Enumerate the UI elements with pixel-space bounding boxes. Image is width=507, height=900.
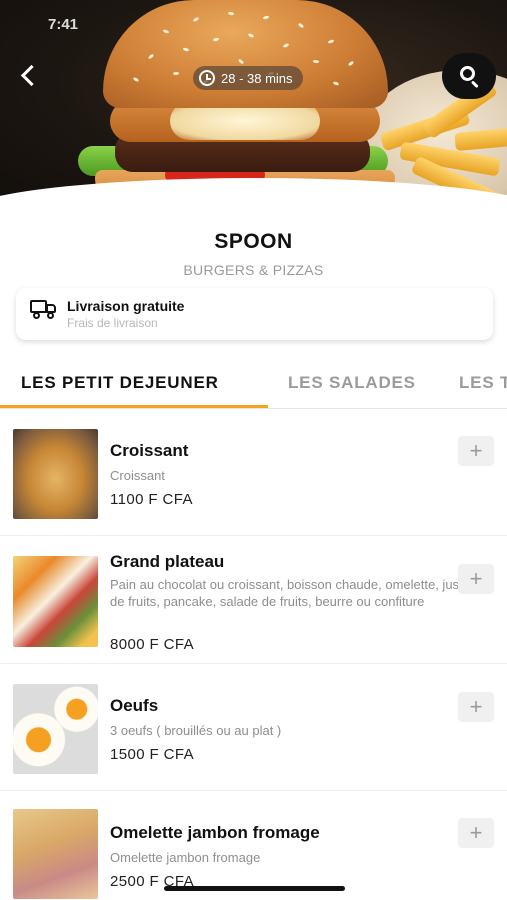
menu-item[interactable]: Croissant Croissant 1100 F CFA + bbox=[0, 409, 507, 536]
item-price: 1500 F CFA bbox=[110, 746, 195, 763]
item-description: Pain au chocolat ou croissant, boisson c… bbox=[110, 577, 460, 609]
add-button[interactable]: + bbox=[458, 692, 494, 722]
item-description: Croissant bbox=[110, 468, 165, 483]
chevron-left-icon bbox=[20, 64, 43, 87]
item-name: Grand plateau bbox=[110, 552, 225, 571]
add-button[interactable]: + bbox=[458, 436, 494, 466]
item-name: Croissant bbox=[110, 441, 189, 460]
item-description: Omelette jambon fromage bbox=[110, 850, 261, 865]
home-indicator bbox=[164, 886, 345, 891]
item-price: 8000 F CFA bbox=[110, 636, 195, 653]
delivery-card: Livraison gratuite Frais de livraison bbox=[16, 288, 493, 340]
tab-next[interactable]: LES T bbox=[459, 373, 507, 393]
add-button[interactable]: + bbox=[458, 564, 494, 594]
eta-text: 28 - 38 mins bbox=[221, 70, 293, 86]
item-description: 3 oeufs ( brouillés ou au plat ) bbox=[110, 723, 282, 738]
back-button[interactable] bbox=[14, 60, 44, 94]
add-button[interactable]: + bbox=[458, 818, 494, 848]
grand-plateau-image bbox=[13, 556, 98, 647]
omelette-image bbox=[13, 809, 98, 899]
active-tab-indicator bbox=[0, 405, 268, 408]
tab-petit-dejeuner[interactable]: LES PETIT DEJEUNER bbox=[21, 373, 219, 393]
item-name: Omelette jambon fromage bbox=[110, 823, 320, 842]
croissant-image bbox=[13, 429, 98, 519]
search-button[interactable] bbox=[442, 53, 496, 99]
restaurant-name: SPOON bbox=[214, 230, 293, 253]
search-icon bbox=[460, 66, 475, 81]
item-name: Oeufs bbox=[110, 696, 159, 715]
tab-salades[interactable]: LES SALADES bbox=[288, 373, 416, 393]
eta-badge: 28 - 38 mins bbox=[193, 66, 303, 90]
menu-item[interactable]: Grand plateau Pain au chocolat ou croiss… bbox=[0, 536, 507, 664]
category-tabs: LES PETIT DEJEUNER LES SALADES LES T bbox=[0, 360, 507, 409]
restaurant-category: BURGERS & PIZZAS bbox=[183, 262, 324, 278]
truck-icon bbox=[30, 300, 58, 319]
delivery-title: Livraison gratuite bbox=[67, 298, 185, 314]
menu-item[interactable]: Omelette jambon fromage Omelette jambon … bbox=[0, 791, 507, 900]
delivery-subtitle: Frais de livraison bbox=[67, 316, 158, 330]
burger-bun-top bbox=[103, 0, 388, 108]
menu-item[interactable]: Oeufs 3 oeufs ( brouillés ou au plat ) 1… bbox=[0, 664, 507, 791]
item-price: 1100 F CFA bbox=[110, 491, 193, 508]
oeufs-image bbox=[13, 684, 98, 774]
status-time: 7:41 bbox=[48, 16, 79, 33]
clock-icon bbox=[199, 70, 215, 86]
